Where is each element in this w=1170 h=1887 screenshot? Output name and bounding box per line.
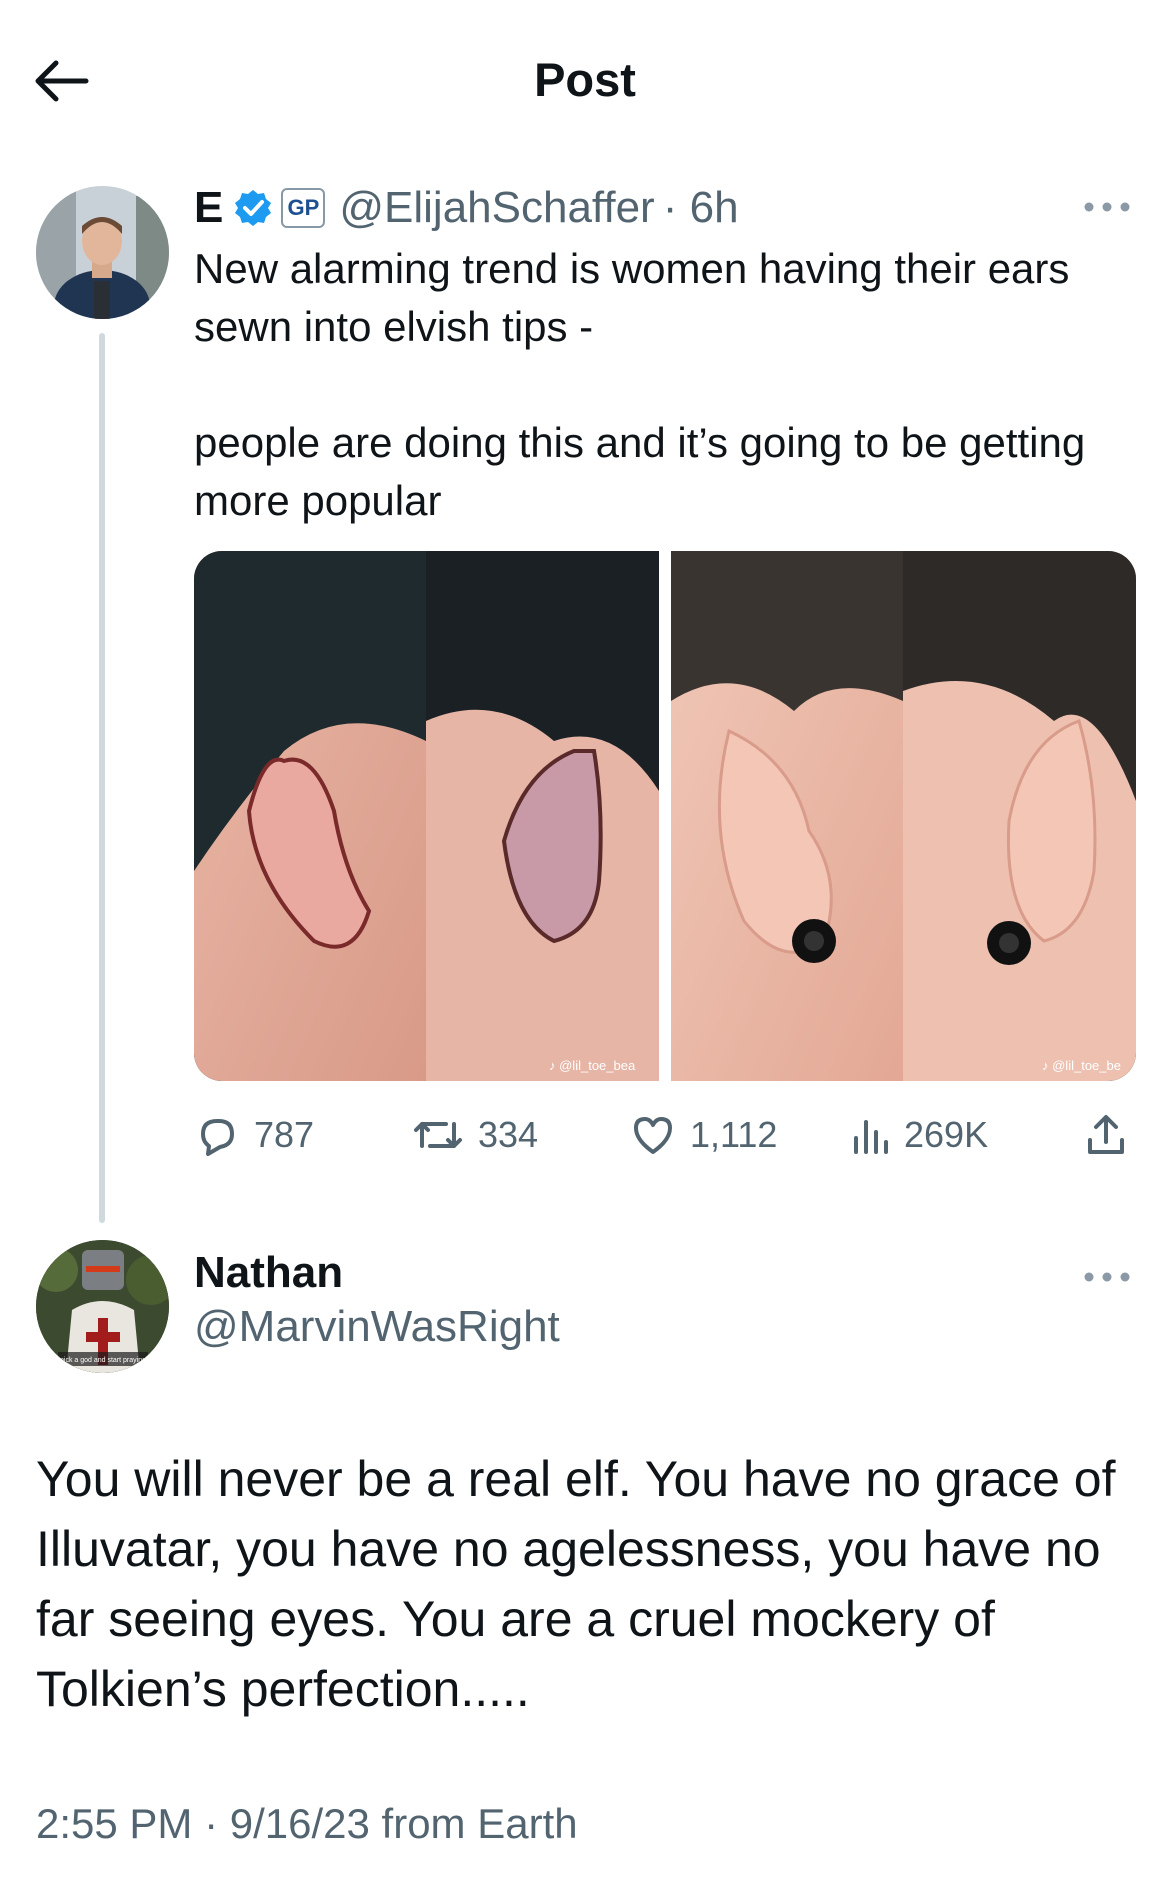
post-time: · 6h — [662, 183, 739, 232]
share-icon — [1088, 1115, 1124, 1154]
reply-author-handle[interactable]: @MarvinWasRight — [194, 1302, 560, 1352]
reply-text: You will never be a real elf. You have n… — [36, 1451, 1130, 1717]
repost-count: 334 — [478, 1114, 539, 1155]
reply-button[interactable]: 787 — [194, 1105, 314, 1165]
more-horizontal-icon — [1084, 1272, 1130, 1282]
reply-icon — [201, 1119, 234, 1156]
repost-button[interactable]: 334 — [412, 1105, 538, 1165]
like-button[interactable]: 1,112 — [630, 1105, 777, 1165]
avatar[interactable] — [36, 186, 169, 319]
repost-icon — [414, 1122, 462, 1148]
views-chart-icon — [854, 1120, 888, 1154]
page-title: Post — [534, 53, 636, 106]
reply-count: 787 — [254, 1114, 315, 1155]
views-button[interactable]: 269K — [850, 1105, 988, 1165]
watermark-left: ♪ @lil_toe_bea — [549, 1058, 636, 1073]
view-count: 269K — [904, 1114, 989, 1155]
thread-line — [99, 333, 105, 1223]
knight-avatar-image: pick a god and start praying — [36, 1240, 169, 1373]
avatar-photo — [36, 186, 169, 319]
watermark-right: ♪ @lil_toe_be — [1042, 1058, 1121, 1073]
author-handle[interactable]: @ElijahSchaffer — [339, 183, 654, 233]
reply-author-name[interactable]: Nathan — [194, 1248, 343, 1298]
reply-timestamp[interactable]: 2:55 PM · 9/16/23 from Earth — [36, 1800, 578, 1848]
ear-photos: ♪ @lil_toe_bea ♪ @lil_toe_be — [194, 551, 1136, 1081]
more-horizontal-icon — [1084, 202, 1130, 212]
verified-badge-icon — [235, 190, 272, 226]
author-name[interactable]: E — [194, 183, 223, 233]
post-author-row: E GP @ElijahSchaffer · 6h — [194, 178, 739, 238]
reply-more-options-button[interactable] — [1082, 1252, 1132, 1297]
more-options-button[interactable] — [1082, 182, 1132, 227]
heart-icon — [634, 1117, 672, 1154]
reply-avatar[interactable]: pick a god and start praying — [36, 1240, 169, 1373]
affiliate-badge[interactable]: GP — [281, 188, 326, 228]
like-count: 1,112 — [690, 1114, 778, 1155]
avatar-caption: pick a god and start praying — [60, 1357, 146, 1364]
post-text: New alarming trend is women having their… — [194, 245, 1086, 524]
post-media[interactable]: ♪ @lil_toe_bea ♪ @lil_toe_be — [194, 551, 1136, 1081]
share-button[interactable] — [1084, 1105, 1142, 1165]
